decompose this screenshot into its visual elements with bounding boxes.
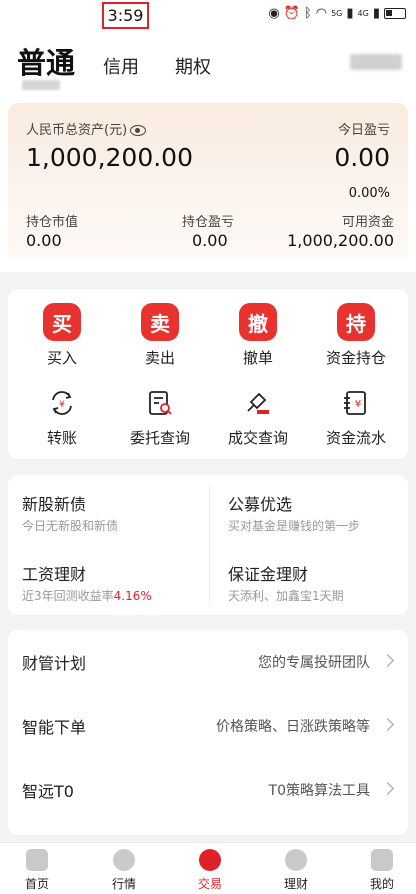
chevron-right-icon (381, 654, 394, 667)
finance-products: 新股新债 今日无新股和新债 公募优选 买对基金是赚钱的第一步 工资理财 近3年回… (8, 475, 408, 615)
nav-home[interactable]: 首页 (7, 849, 67, 892)
list-item[interactable]: 财管计划 您的专属投研团队 (8, 630, 408, 694)
chevron-right-icon (381, 718, 394, 731)
order-query-button[interactable]: 委托查询 (110, 385, 210, 448)
holdings-button[interactable]: 持 资金持仓 (306, 303, 406, 368)
bottom-nav: 首页 行情 交易 理财 我的 (0, 842, 416, 894)
total-assets-value: 1,000,200.00 (26, 143, 193, 172)
signal-icon: ▮ (372, 6, 380, 21)
total-assets-label: 人民币总资产(元) (26, 119, 147, 138)
fund-flow-button[interactable]: ¥ 资金流水 (306, 385, 406, 448)
nav-market[interactable]: 行情 (94, 849, 154, 892)
buy-icon: 买 (43, 303, 81, 341)
network-5g-label: 5G (331, 9, 343, 18)
available-funds-label: 可用资金 (341, 215, 394, 230)
tab-normal[interactable]: 普通 (17, 40, 75, 82)
profile-icon (371, 849, 393, 871)
nav-trade[interactable]: 交易 (180, 849, 240, 892)
svg-text:¥: ¥ (355, 399, 361, 410)
bluetooth-icon: ᛒ (303, 6, 312, 21)
market-value-label: 持仓市值 (26, 215, 79, 230)
list-item[interactable]: 智能下单 价格策略、日涨跌策略等 (8, 694, 408, 758)
feature-list: 财管计划 您的专属投研团队 智能下单 价格策略、日涨跌策略等 智远T0 T0策略… (8, 630, 408, 835)
account-header: 普通 信用 期权 人民币总资产(元) 1,000,200.00 今日盈亏 0.0… (0, 32, 416, 272)
eye-icon: ◉ (268, 6, 280, 21)
fund-flow-icon: ¥ (337, 385, 375, 421)
buy-button[interactable]: 买 买入 (12, 303, 112, 368)
sell-icon: 卖 (141, 303, 179, 341)
position-pnl: 0.00 (192, 231, 228, 250)
network-4g-label: 4G (357, 9, 369, 18)
home-icon (26, 849, 48, 871)
deal-query-icon (239, 385, 277, 421)
chevron-right-icon (381, 782, 394, 795)
ipo-subtitle: 今日无新股和新债 (22, 519, 119, 533)
today-pnl-value: 0.00 (334, 143, 390, 172)
list-item[interactable]: 智远T0 T0策略算法工具 (8, 758, 408, 822)
wealth-icon (285, 849, 307, 871)
salary-subtitle: 近3年回测收益率4.16% (22, 589, 152, 603)
salary-rate: 4.16% (113, 589, 152, 603)
svg-text:¥: ¥ (59, 400, 65, 410)
margin-title[interactable]: 保证金理财 (228, 561, 308, 585)
transfer-icon: ¥ (43, 385, 81, 421)
status-time: 3:59 (102, 2, 149, 29)
today-pnl-label: 今日盈亏 (337, 123, 390, 138)
eye-icon[interactable] (130, 125, 147, 136)
status-icons: ◉ ⏰ ᛒ ◠ 5G ▮ 4G ▮ (268, 6, 406, 21)
order-query-icon (141, 385, 179, 421)
trade-operations: 买 买入 卖 卖出 撤 撤单 持 资金持仓 ¥ 转账 委托查询 成交查询 ¥ 资… (8, 289, 408, 459)
user-name-masked[interactable] (350, 54, 402, 70)
position-pnl-label: 持仓盈亏 (182, 215, 235, 230)
margin-subtitle: 天添利、加鑫宝1天期 (228, 589, 344, 603)
nav-wealth[interactable]: 理财 (266, 849, 326, 892)
nav-mine[interactable]: 我的 (352, 849, 412, 892)
cancel-order-button[interactable]: 撤 撤单 (208, 303, 308, 368)
market-value: 0.00 (26, 231, 62, 250)
holdings-icon: 持 (337, 303, 375, 341)
transfer-button[interactable]: ¥ 转账 (12, 385, 112, 448)
wifi-icon: ◠ (315, 6, 328, 21)
salary-title[interactable]: 工资理财 (22, 561, 86, 585)
ipo-title[interactable]: 新股新债 (22, 491, 86, 515)
market-icon (113, 849, 135, 871)
tab-options[interactable]: 期权 (175, 53, 211, 79)
divider (209, 487, 210, 605)
signal-icon: ▮ (346, 6, 354, 21)
account-number-masked (22, 80, 60, 90)
tab-credit[interactable]: 信用 (103, 53, 139, 79)
deal-query-button[interactable]: 成交查询 (208, 385, 308, 448)
fund-subtitle: 买对基金是赚钱的第一步 (228, 519, 361, 533)
today-pnl-percent: 0.00% (348, 186, 390, 201)
account-tabs: 普通 信用 期权 (17, 40, 211, 82)
fund-title[interactable]: 公募优选 (228, 491, 292, 515)
available-funds: 1,000,200.00 (287, 231, 394, 250)
battery-icon (384, 8, 406, 19)
status-bar: 3:59 ◉ ⏰ ᛒ ◠ 5G ▮ 4G ▮ (0, 0, 416, 32)
alarm-icon: ⏰ (283, 6, 300, 21)
asset-summary-card: 人民币总资产(元) 1,000,200.00 今日盈亏 0.00 0.00% 持… (8, 103, 408, 259)
cancel-icon: 撤 (239, 303, 277, 341)
trade-icon (199, 849, 221, 871)
sell-button[interactable]: 卖 卖出 (110, 303, 210, 368)
